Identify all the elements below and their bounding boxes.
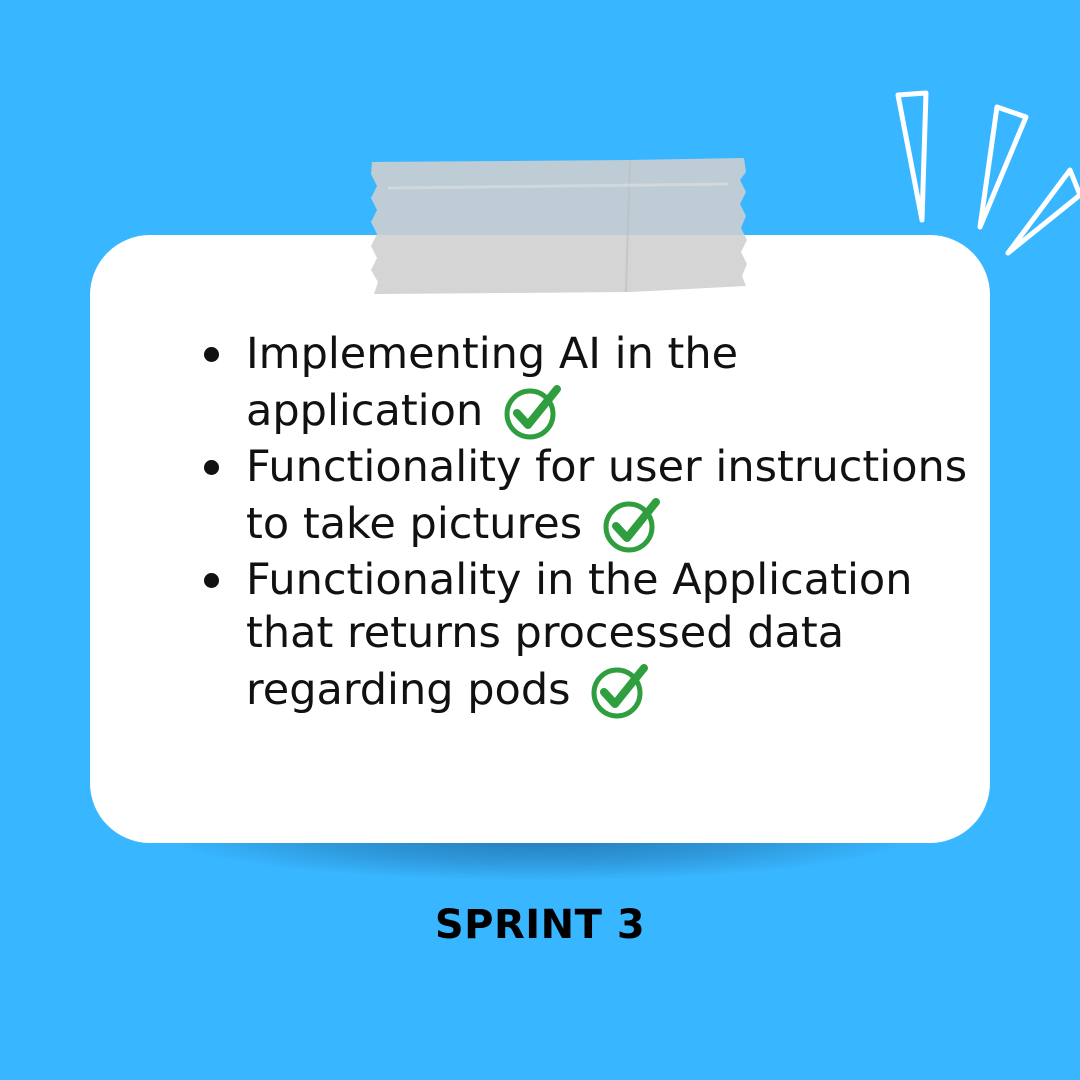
sparkle-lines-icon xyxy=(880,85,1080,275)
check-circle-icon xyxy=(503,381,563,441)
check-circle-icon xyxy=(602,494,662,554)
task-text: Functionality in the Application that re… xyxy=(246,555,913,715)
task-item: Functionality for user instructions to t… xyxy=(200,441,980,554)
check-circle-icon xyxy=(590,660,650,720)
sprint-label: SPRINT 3 xyxy=(434,902,646,948)
bullet-point-icon xyxy=(204,347,219,362)
bullet-point-icon xyxy=(204,573,219,588)
bullet-point-icon xyxy=(204,460,219,475)
masking-tape-icon xyxy=(368,158,748,294)
task-item: Functionality in the Application that re… xyxy=(200,554,980,720)
task-item: Implementing AI in the application xyxy=(200,328,980,441)
task-text: Implementing AI in the application xyxy=(246,329,739,436)
task-list: Implementing AI in the application Funct… xyxy=(200,328,980,720)
